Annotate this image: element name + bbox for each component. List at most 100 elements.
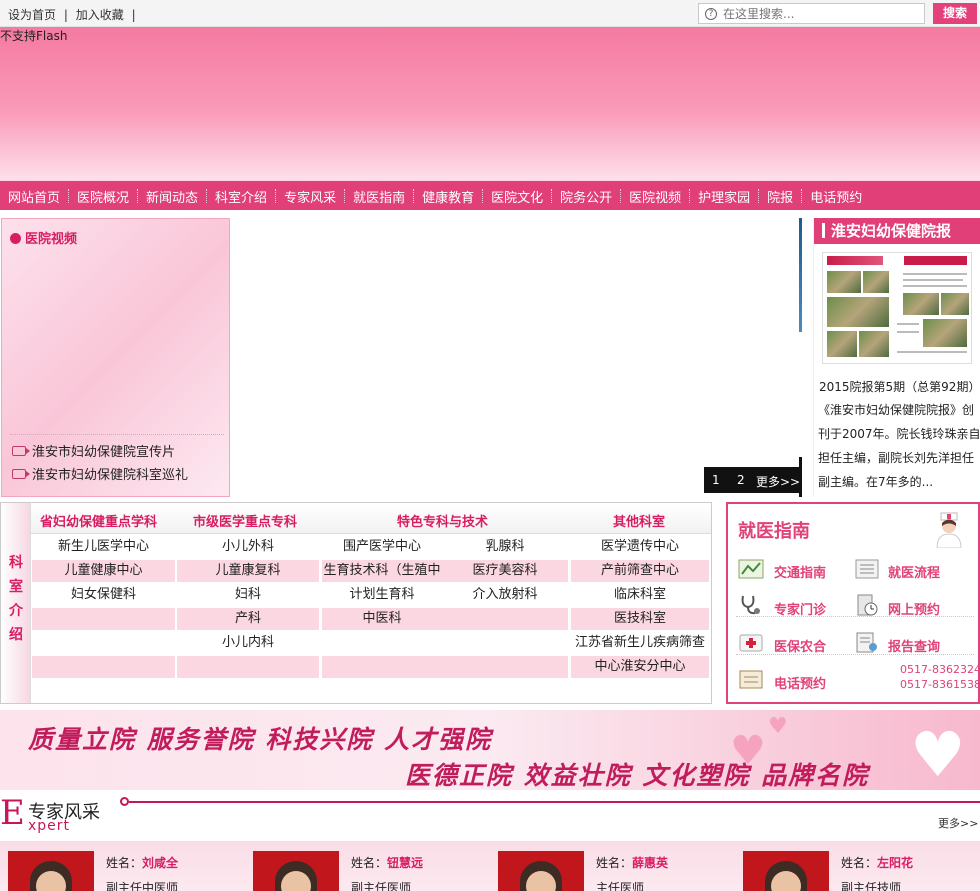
department-cell[interactable]: 产科 — [177, 608, 319, 630]
thumb-text — [903, 285, 967, 287]
nav-item-newspaper[interactable]: 院报 — [767, 187, 810, 206]
video-item[interactable]: 淮安市妇幼保健院宣传片 — [12, 441, 175, 460]
nav-item-experts[interactable]: 专家风采 — [284, 187, 353, 206]
guide-insurance[interactable]: 医保农合 — [774, 636, 826, 655]
guide-phone-booking[interactable]: 电话预约 — [774, 673, 826, 692]
expert-photo[interactable] — [743, 851, 829, 891]
video-item-label[interactable]: 淮安市妇幼保健院科室巡礼 — [32, 468, 188, 483]
expert-name-value[interactable]: 左阳花 — [877, 856, 913, 870]
expert-name[interactable]: 姓名：钮慧远 — [351, 854, 423, 871]
department-cell[interactable]: 江苏省新生儿疾病筛查 — [571, 632, 709, 654]
expert-name[interactable]: 姓名：左阳花 — [841, 854, 913, 871]
department-cell[interactable]: 儿童健康中心 — [32, 560, 175, 582]
nav-label[interactable]: 网站首页 — [8, 187, 60, 206]
search-button[interactable]: 搜索 — [933, 3, 977, 24]
newspaper-issue[interactable]: 2015院报第5期（总第92期） — [819, 378, 980, 395]
department-cell[interactable]: 临床科室 — [571, 584, 709, 606]
header-featured[interactable]: 特色专科与技术 — [397, 511, 488, 530]
nav-item-video[interactable]: 医院视频 — [629, 187, 698, 206]
pager-page-1[interactable]: 1 — [712, 473, 720, 487]
nav-label[interactable]: 医院文化 — [491, 187, 543, 206]
department-cell — [442, 656, 568, 678]
department-cell[interactable]: 产前筛查中心 — [571, 560, 709, 582]
video-item-label[interactable]: 淮安市妇幼保健院宣传片 — [32, 445, 175, 460]
nav-item-health-education[interactable]: 健康教育 — [422, 187, 491, 206]
header-city-key[interactable]: 市级医学重点专科 — [193, 511, 297, 530]
nav-label[interactable]: 健康教育 — [422, 187, 474, 206]
department-cell[interactable]: 乳腺科 — [442, 536, 568, 558]
department-cell[interactable]: 新生儿医学中心 — [32, 536, 175, 558]
expert-title: 副主任医师 — [351, 881, 412, 891]
nav-label[interactable]: 护理家园 — [698, 187, 750, 206]
newspaper-title[interactable]: 淮安妇幼保健院报 — [814, 218, 980, 244]
department-cell[interactable]: 儿童康复科 — [177, 560, 319, 582]
nav-separator — [275, 189, 277, 203]
department-cell[interactable]: 小儿外科 — [177, 536, 319, 558]
expert-name-value[interactable]: 薛惠英 — [632, 856, 668, 870]
nav-item-guide[interactable]: 就医指南 — [353, 187, 422, 206]
nav-item-phone-booking[interactable]: 电话预约 — [810, 187, 862, 206]
nav-label[interactable]: 电话预约 — [810, 187, 862, 206]
nav-label[interactable]: 新闻动态 — [146, 187, 198, 206]
nav-label[interactable]: 专家风采 — [284, 187, 336, 206]
expert-photo[interactable] — [8, 851, 94, 891]
nav-item-departments[interactable]: 科室介绍 — [215, 187, 284, 206]
guide-transport[interactable]: 交通指南 — [774, 562, 826, 581]
video-item[interactable]: 淮安市妇幼保健院科室巡礼 — [12, 464, 188, 483]
expert-photo[interactable] — [253, 851, 339, 891]
header-provincial-key[interactable]: 省妇幼保健重点学科 — [40, 511, 157, 530]
slogan-banner: ♥ ♥ ♥ 质量立院 服务誉院 科技兴院 人才强院 医德正院 效益壮院 文化塑院… — [0, 710, 980, 790]
guide-online-booking[interactable]: 网上预约 — [888, 599, 940, 618]
department-cell[interactable]: 妇女保健科 — [32, 584, 175, 606]
department-cell[interactable]: 围产医学中心 — [322, 536, 442, 558]
expert-photo[interactable] — [498, 851, 584, 891]
header-other[interactable]: 其他科室 — [613, 511, 665, 530]
first-aid-icon — [739, 634, 763, 652]
nav-label[interactable]: 院务公开 — [560, 187, 612, 206]
set-home-link[interactable]: 设为首页 — [8, 8, 56, 22]
department-cell[interactable]: 医学遗传中心 — [571, 536, 709, 558]
department-cell[interactable]: 妇科 — [177, 584, 319, 606]
newspaper-description: 《淮安市妇幼保健院院报》创 刊于2007年。院长钱玲珠亲自 担任主编，副院长刘先… — [814, 398, 980, 494]
pager-more[interactable]: 更多>> — [756, 473, 800, 490]
nav-label[interactable]: 医院概况 — [77, 187, 129, 206]
department-cell[interactable]: 中心淮安分中心 — [571, 656, 709, 678]
nav-label[interactable]: 院报 — [767, 187, 793, 206]
pager-page-2[interactable]: 2 — [737, 473, 745, 487]
expert-name-value[interactable]: 钮慧远 — [387, 856, 423, 870]
search-input[interactable] — [723, 5, 919, 22]
guide-report-query[interactable]: 报告查询 — [888, 636, 940, 655]
nav-item-affairs[interactable]: 院务公开 — [560, 187, 629, 206]
nav-label[interactable]: 科室介绍 — [215, 187, 267, 206]
nav-item-home[interactable]: 网站首页 — [8, 187, 77, 206]
nav-item-nursing[interactable]: 护理家园 — [698, 187, 767, 206]
thumb-photo — [827, 297, 889, 327]
nav-item-news[interactable]: 新闻动态 — [146, 187, 215, 206]
add-favorite-link[interactable]: 加入收藏 — [76, 8, 124, 22]
department-cell[interactable]: 介入放射科 — [442, 584, 568, 606]
nav-label[interactable]: 医院视频 — [629, 187, 681, 206]
expert-more-link[interactable]: 更多>> — [938, 815, 978, 831]
expert-section-header: E 专家风采 xpert — [0, 795, 980, 837]
department-cell[interactable]: 计划生育科 — [322, 584, 442, 606]
nav-item-overview[interactable]: 医院概况 — [77, 187, 146, 206]
guide-process[interactable]: 就医流程 — [888, 562, 940, 581]
department-cell[interactable]: 中医科 — [322, 608, 442, 630]
thumb-masthead — [827, 256, 967, 265]
department-cell[interactable]: 小儿内科 — [177, 632, 319, 654]
newspaper-thumbnail[interactable] — [822, 252, 972, 364]
nav-label[interactable]: 就医指南 — [353, 187, 405, 206]
department-cell — [177, 656, 319, 678]
guide-expert-clinic[interactable]: 专家门诊 — [774, 599, 826, 618]
department-cell[interactable]: 医疗美容科 — [442, 560, 568, 582]
department-cell[interactable]: 生育技术科（生殖中 — [322, 560, 442, 582]
desc-line: 刊于2007年。院长钱玲珠亲自 — [818, 427, 980, 441]
expert-name-value[interactable]: 刘咸全 — [142, 856, 178, 870]
expert-name[interactable]: 姓名：薛惠英 — [596, 854, 668, 871]
department-cell[interactable]: 医技科室 — [571, 608, 709, 630]
desc-line[interactable]: 副主编。在7年多的... — [818, 470, 980, 494]
nav-item-culture[interactable]: 医院文化 — [491, 187, 560, 206]
thumb-photo — [941, 293, 969, 315]
expert-section-subtitle: xpert — [28, 818, 71, 834]
expert-name[interactable]: 姓名：刘咸全 — [106, 854, 178, 871]
